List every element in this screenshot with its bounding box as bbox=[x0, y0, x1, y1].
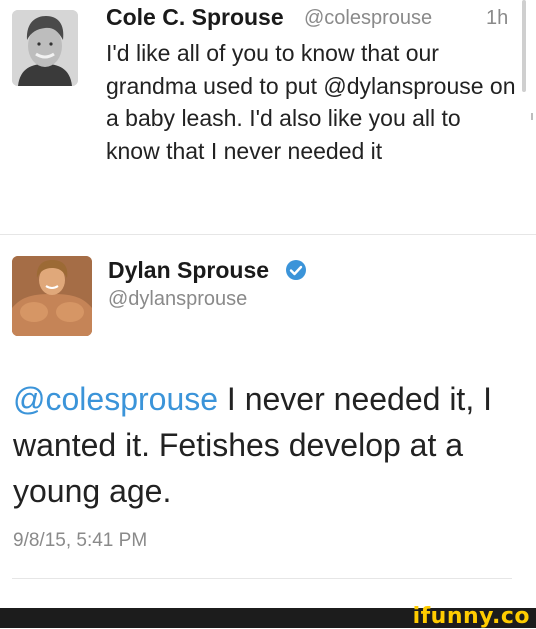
author-handle[interactable]: @dylansprouse bbox=[108, 288, 247, 311]
tweet-date[interactable]: 9/8/15, 5:41 PM bbox=[13, 530, 147, 552]
tweet-text: I'd like all of you to know that our gra… bbox=[106, 40, 516, 164]
mention-link[interactable]: @colesprouse bbox=[13, 381, 218, 417]
author-name[interactable]: Cole C. Sprouse bbox=[106, 4, 284, 31]
author-name[interactable]: Dylan Sprouse bbox=[108, 257, 269, 284]
verified-badge-icon bbox=[286, 260, 306, 280]
author-handle[interactable]: @colesprouse bbox=[304, 7, 432, 30]
scrollbar[interactable] bbox=[522, 0, 526, 92]
ifunny-watermark: ifunny.co bbox=[412, 604, 530, 629]
divider bbox=[0, 234, 536, 235]
timestamp[interactable]: 1h bbox=[486, 7, 508, 30]
tweet-cole: Cole C. Sprouse @colesprouse 1h I'd like… bbox=[0, 0, 536, 234]
avatar-dylan[interactable] bbox=[12, 256, 92, 336]
tweet-text: @colesprouse I never needed it, I wanted… bbox=[13, 376, 523, 514]
avatar-dylan-image bbox=[12, 256, 92, 336]
watermark-bar: ifunny.co bbox=[0, 604, 536, 629]
avatar-cole[interactable] bbox=[12, 10, 78, 86]
divider bbox=[12, 578, 512, 579]
scroll-marker bbox=[531, 113, 533, 120]
avatar-cole-image bbox=[12, 10, 78, 86]
